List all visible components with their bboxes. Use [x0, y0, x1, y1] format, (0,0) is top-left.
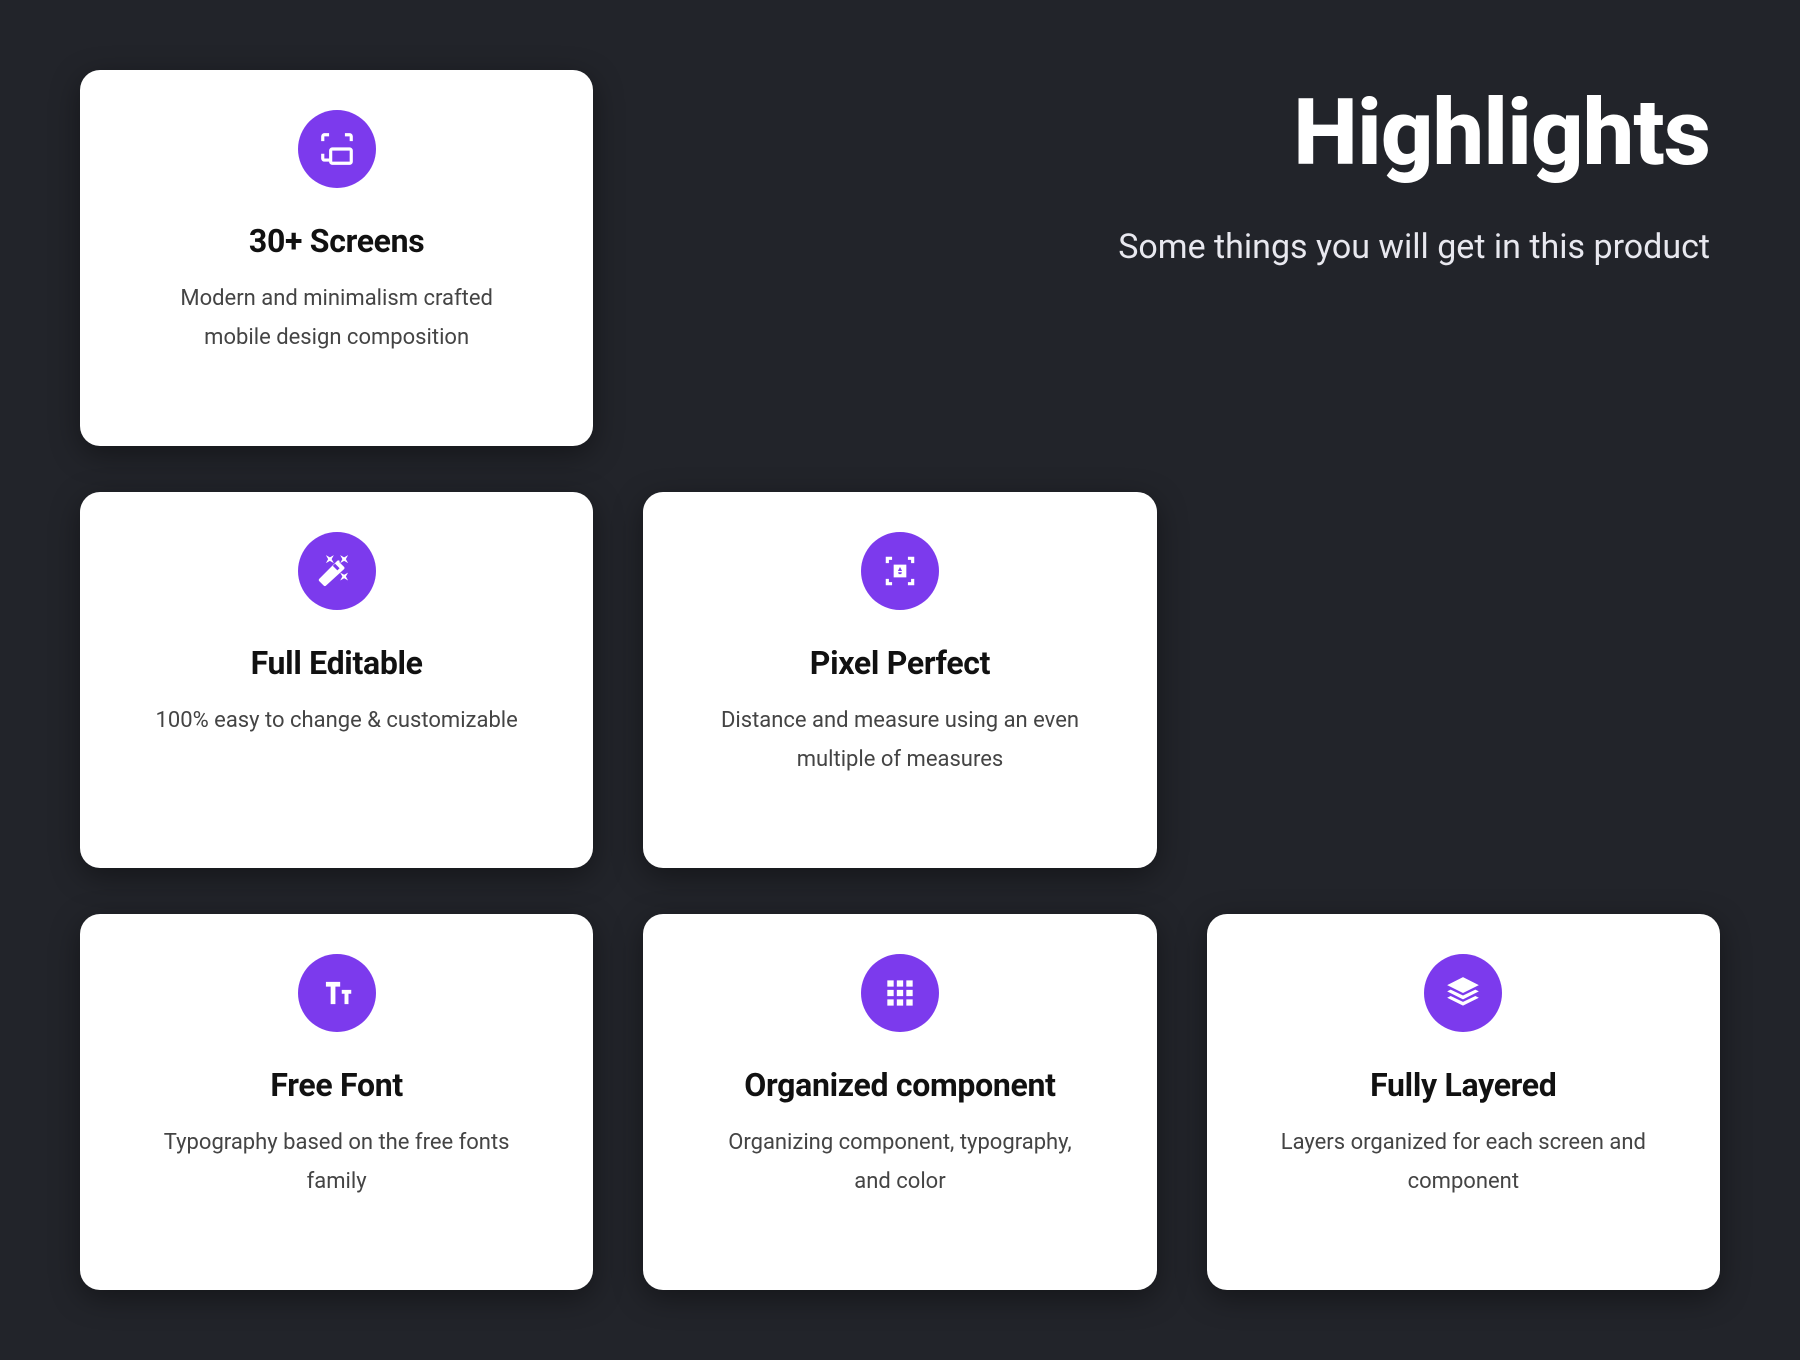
- card-desc: Distance and measure using an even multi…: [710, 702, 1090, 779]
- layers-icon: [1424, 954, 1502, 1032]
- header-block: Highlights Some things you will get in t…: [643, 70, 1720, 446]
- pixel-icon: [861, 532, 939, 610]
- card-desc: Organizing component, typography, and co…: [710, 1124, 1090, 1201]
- card-desc: Typography based on the free fonts famil…: [147, 1124, 527, 1201]
- grid-icon: [861, 954, 939, 1032]
- screens-icon: [298, 110, 376, 188]
- wand-icon: [298, 532, 376, 610]
- feature-card-organized: Organized component Organizing component…: [643, 914, 1156, 1290]
- font-icon: [298, 954, 376, 1032]
- feature-card-pixel: Pixel Perfect Distance and measure using…: [643, 492, 1156, 868]
- card-desc: Layers organized for each screen and com…: [1273, 1124, 1653, 1201]
- card-desc: Modern and minimalism crafted mobile des…: [147, 280, 527, 357]
- card-title: Full Editable: [251, 644, 423, 682]
- page-subtitle: Some things you will get in this product: [1118, 217, 1710, 278]
- feature-card-font: Free Font Typography based on the free f…: [80, 914, 593, 1290]
- card-desc: 100% easy to change & customizable: [156, 702, 518, 741]
- card-title: Organized component: [744, 1066, 1055, 1104]
- feature-card-editable: Full Editable 100% easy to change & cust…: [80, 492, 593, 868]
- card-title: Fully Layered: [1370, 1066, 1556, 1104]
- page-title: Highlights: [1293, 80, 1710, 187]
- card-title: Free Font: [270, 1066, 402, 1104]
- feature-card-screens: 30+ Screens Modern and minimalism crafte…: [80, 70, 593, 446]
- highlights-container: 30+ Screens Modern and minimalism crafte…: [0, 0, 1800, 1360]
- feature-card-layered: Fully Layered Layers organized for each …: [1207, 914, 1720, 1290]
- card-title: Pixel Perfect: [810, 644, 990, 682]
- card-title: 30+ Screens: [249, 222, 425, 260]
